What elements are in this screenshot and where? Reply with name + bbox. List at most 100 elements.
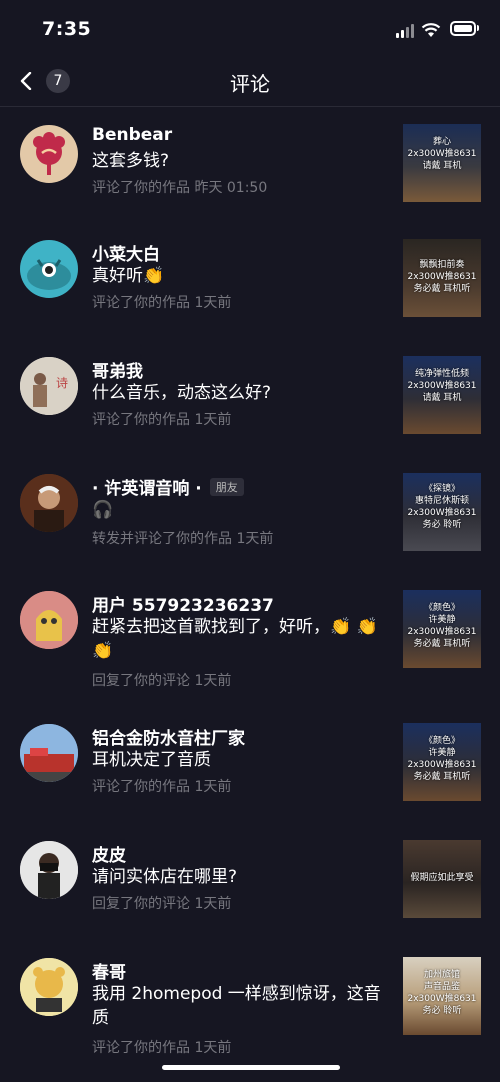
comment-list: Benbear 这套多钱? 评论了你的作品 昨天 01:50 葬心 2x300W…	[0, 107, 500, 1082]
video-thumbnail[interactable]: 加州旅馆 声音品鉴 2x300W推8631 务必 聆听	[403, 957, 481, 1035]
comment-author-line: 小菜大白	[92, 240, 160, 265]
comment-item[interactable]: 用户 557923236237 赶紧去把这首歌找到了，好听，👏 👏👏 回复了你的…	[0, 575, 500, 708]
comment-author-line: 用户 557923236237	[92, 591, 274, 616]
comment-text: 🎧	[92, 500, 114, 520]
thumbnail-caption: 加州旅馆 声音品鉴 2x300W推8631 务必 聆听	[403, 969, 481, 1017]
avatar[interactable]	[20, 125, 78, 183]
home-indicator[interactable]	[162, 1065, 340, 1070]
video-thumbnail[interactable]: 《颜色》 许美静 2x300W推8631 务必戴 耳机听	[403, 723, 481, 801]
thumbnail-caption-line: 假期应如此享受	[410, 873, 474, 883]
comment-item[interactable]: 铝合金防水音柱厂家 耳机决定了音质 评论了你的作品 1天前 《颜色》 许美静 2…	[0, 708, 500, 825]
thumbnail-caption-line: 声音品鉴	[423, 982, 460, 992]
thumbnail-caption-line: 2x300W推8631	[407, 508, 477, 518]
avatar-image	[20, 958, 78, 1016]
thumbnail-caption-line: 《颜色》	[423, 736, 460, 746]
comment-author-line: Benbear	[92, 125, 172, 145]
thumbnail-caption-line: 许美静	[428, 748, 456, 758]
page-title: 评论	[230, 72, 270, 96]
comment-meta: 转发并评论了你的作品 1天前	[92, 531, 274, 547]
avatar[interactable]	[20, 724, 78, 782]
comment-author-line: 铝合金防水音柱厂家	[92, 724, 245, 749]
cellular-signal-icon	[396, 22, 414, 38]
thumbnail-caption: 《探镜》 惠特尼休斯顿 2x300W推8631 务必 聆听	[403, 483, 481, 531]
svg-text:诗: 诗	[56, 376, 68, 390]
thumbnail-caption-line: 务必 聆听	[422, 520, 462, 530]
video-thumbnail[interactable]: 飘飘扣前奏 2x300W推8631 务必戴 耳机听	[403, 239, 481, 317]
avatar[interactable]	[20, 958, 78, 1016]
battery-tip	[477, 25, 479, 31]
comment-item[interactable]: Benbear 这套多钱? 评论了你的作品 昨天 01:50 葬心 2x300W…	[0, 107, 500, 224]
comment-item[interactable]: 诗 哥弟我 什么音乐，动态这么好? 评论了你的作品 1天前 纯净弹性低频 2x3…	[0, 341, 500, 458]
thumbnail-caption-line: 务必 聆听	[422, 1006, 462, 1016]
comment-meta: 回复了你的评论 1天前	[92, 673, 232, 689]
avatar[interactable]	[20, 841, 78, 899]
video-thumbnail[interactable]: 《颜色》 许美静 2x300W推8631 务必戴 耳机听	[403, 590, 481, 668]
avatar-image	[20, 474, 78, 532]
comment-author[interactable]: 皮皮	[92, 841, 126, 866]
thumbnail-caption-line: 惠特尼休斯顿	[414, 496, 469, 506]
comment-item[interactable]: 皮皮 请问实体店在哪里? 回复了你的评论 1天前 假期应如此享受	[0, 825, 500, 942]
thumbnail-caption: 葬心 2x300W推8631 请戴 耳机	[403, 136, 481, 172]
thumbnail-caption-line: 2x300W推8631	[407, 149, 477, 159]
comment-author-line: 哥弟我	[92, 357, 143, 382]
thumbnail-caption-line: 2x300W推8631	[407, 627, 477, 637]
video-thumbnail[interactable]: 《探镜》 惠特尼休斯顿 2x300W推8631 务必 聆听	[403, 473, 481, 551]
avatar[interactable]	[20, 240, 78, 298]
comment-author[interactable]: 铝合金防水音柱厂家	[92, 724, 245, 749]
comment-text: 这套多钱?	[92, 151, 170, 171]
comment-text: 我用 2homepod 一样感到惊讶，这音质	[92, 984, 381, 1028]
avatar-image	[20, 724, 78, 782]
comment-author[interactable]: 哥弟我	[92, 357, 143, 382]
comment-author[interactable]: 用户 557923236237	[92, 591, 274, 616]
thumbnail-caption-line: 飘飘扣前奏	[419, 260, 465, 270]
comment-author-line: 春哥	[92, 958, 126, 983]
thumbnail-caption-line: 2x300W推8631	[407, 760, 477, 770]
video-thumbnail[interactable]: 葬心 2x300W推8631 请戴 耳机	[403, 124, 481, 202]
comment-item[interactable]: 春哥 我用 2homepod 一样感到惊讶，这音质 评论了你的作品 1天前 加州…	[0, 942, 500, 1082]
comment-meta: 评论了你的作品 1天前	[92, 779, 232, 795]
avatar[interactable]	[20, 474, 78, 532]
video-thumbnail[interactable]: 假期应如此享受	[403, 840, 481, 918]
comment-author-line: · 许英谓音响 · 朋友	[92, 474, 244, 499]
thumbnail-caption-line: 纯净弹性低频	[414, 369, 469, 379]
comment-author[interactable]: 小菜大白	[92, 240, 160, 265]
comment-author[interactable]: Benbear	[92, 125, 172, 145]
comment-text: 请问实体店在哪里?	[92, 867, 238, 887]
comment-meta: 评论了你的作品 1天前	[92, 412, 232, 428]
thumbnail-caption-line: 加州旅馆	[423, 970, 460, 980]
thumbnail-caption: 《颜色》 许美静 2x300W推8631 务必戴 耳机听	[403, 602, 481, 650]
thumbnail-caption-line: 2x300W推8631	[407, 272, 477, 282]
status-bar: 7:35	[0, 0, 500, 58]
thumbnail-caption-line: 2x300W推8631	[407, 994, 477, 1004]
comment-item[interactable]: · 许英谓音响 · 朋友 🎧 转发并评论了你的作品 1天前 《探镜》 惠特尼休斯…	[0, 458, 500, 575]
comment-meta: 评论了你的作品 1天前	[92, 295, 232, 311]
avatar-image: 诗	[20, 357, 78, 415]
thumbnail-caption-line: 2x300W推8631	[407, 381, 477, 391]
thumbnail-caption-line: 务必戴 耳机听	[413, 639, 471, 649]
nav-bar: 7 评论	[0, 58, 500, 107]
thumbnail-caption: 《颜色》 许美静 2x300W推8631 务必戴 耳机听	[403, 735, 481, 783]
comment-author[interactable]: 春哥	[92, 958, 126, 983]
wifi-icon	[421, 23, 441, 37]
comment-text: 赶紧去把这首歌找到了，好听，👏 👏👏	[92, 617, 378, 661]
avatar[interactable]: 诗	[20, 357, 78, 415]
thumbnail-caption: 假期应如此享受	[403, 872, 481, 884]
avatar[interactable]	[20, 591, 78, 649]
comment-item[interactable]: 小菜大白 真好听👏 评论了你的作品 1天前 飘飘扣前奏 2x300W推8631 …	[0, 224, 500, 341]
avatar-image	[33, 132, 65, 175]
thumbnail-caption-line: 务必戴 耳机听	[413, 772, 471, 782]
thumbnail-caption-line: 《颜色》	[423, 603, 460, 613]
comment-author[interactable]: · 许英谓音响 ·	[92, 474, 202, 499]
comment-meta: 评论了你的作品 1天前	[92, 1040, 232, 1056]
thumbnail-caption: 纯净弹性低频 2x300W推8631 请戴 耳机	[403, 368, 481, 404]
thumbnail-caption: 飘飘扣前奏 2x300W推8631 务必戴 耳机听	[403, 259, 481, 295]
comment-author-line: 皮皮	[92, 841, 126, 866]
thumbnail-caption-line: 《探镜》	[423, 484, 460, 494]
thumbnail-caption-line: 务必戴 耳机听	[413, 284, 471, 294]
thumbnail-caption-line: 葬心	[432, 137, 451, 147]
comment-text: 耳机决定了音质	[92, 750, 211, 770]
avatar-image	[20, 591, 78, 649]
comment-meta: 回复了你的评论 1天前	[92, 896, 232, 912]
friend-badge: 朋友	[209, 477, 244, 496]
video-thumbnail[interactable]: 纯净弹性低频 2x300W推8631 请戴 耳机	[403, 356, 481, 434]
